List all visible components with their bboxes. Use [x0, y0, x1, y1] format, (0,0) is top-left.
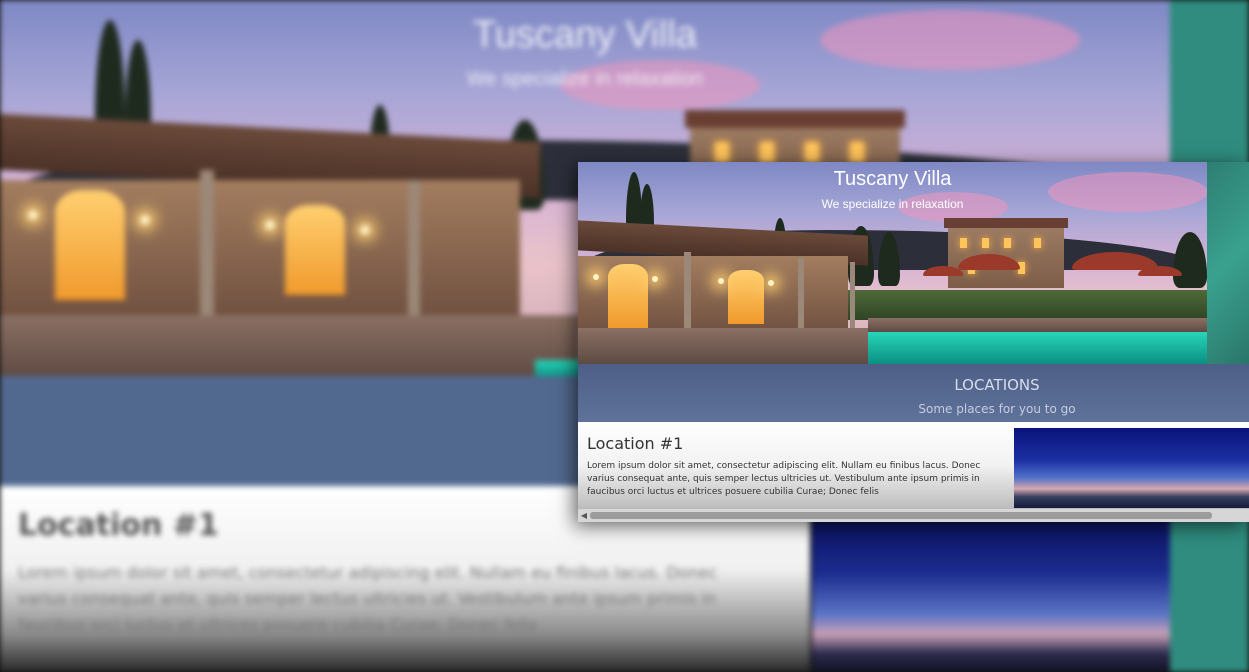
scroll-left-icon[interactable]: ◀	[578, 509, 590, 522]
foreground-page: Tuscany Villa We specialize in relaxatio…	[578, 162, 1249, 522]
locations-subheading: Some places for you to go	[918, 402, 1076, 416]
villa-roof	[944, 218, 1068, 228]
pool	[868, 332, 1207, 364]
lamp	[768, 280, 774, 286]
patio-post	[408, 180, 420, 335]
horizontal-scrollbar[interactable]: ◀	[578, 508, 1249, 522]
lamp	[718, 278, 724, 284]
patio-door	[55, 190, 125, 300]
pool-deck	[868, 318, 1207, 332]
patio-door	[728, 270, 764, 324]
location-description: Lorem ipsum dolor sit amet, consectetur …	[18, 563, 718, 634]
villa-window	[1034, 238, 1041, 248]
scrollbar-thumb[interactable]	[590, 512, 1212, 519]
hero-subtitle: We specialize in relaxation	[821, 197, 964, 211]
villa-window	[1004, 238, 1011, 248]
lamp	[28, 210, 38, 220]
lamp	[593, 274, 599, 280]
locations-heading: LOCATIONS	[954, 376, 1040, 394]
patio-post	[850, 262, 855, 330]
location-title: Location #1	[18, 508, 219, 543]
hero-banner: Tuscany Villa We specialize in relaxatio…	[578, 162, 1207, 364]
patio-door	[285, 205, 345, 295]
lamp	[140, 215, 150, 225]
patio-door	[608, 264, 648, 328]
villa-window	[760, 142, 774, 162]
hero-title: Tuscany Villa	[833, 168, 952, 190]
hero-title: Tuscany Villa	[473, 14, 697, 56]
villa-roof	[685, 110, 905, 128]
lamp	[652, 276, 658, 282]
lamp	[360, 225, 370, 235]
location-description: Lorem ipsum dolor sit amet, consectetur …	[587, 461, 981, 497]
locations-band: LOCATIONS Some places for you to go	[578, 364, 1249, 422]
villa-window	[715, 142, 729, 162]
villa-window	[982, 238, 989, 248]
location-photo	[1014, 428, 1249, 508]
villa-window	[960, 238, 967, 248]
patio-floor	[0, 315, 580, 378]
location-title: Location #1	[587, 434, 684, 453]
hero-subtitle: We specialize in relaxation	[466, 68, 704, 90]
patio-floor	[578, 328, 918, 364]
location-card: Location #1 Lorem ipsum dolor sit amet, …	[578, 422, 1014, 508]
villa-window	[850, 142, 864, 162]
villa-window	[805, 142, 819, 162]
map-strip	[1207, 162, 1249, 364]
lamp	[265, 220, 275, 230]
location-photo	[812, 520, 1170, 672]
